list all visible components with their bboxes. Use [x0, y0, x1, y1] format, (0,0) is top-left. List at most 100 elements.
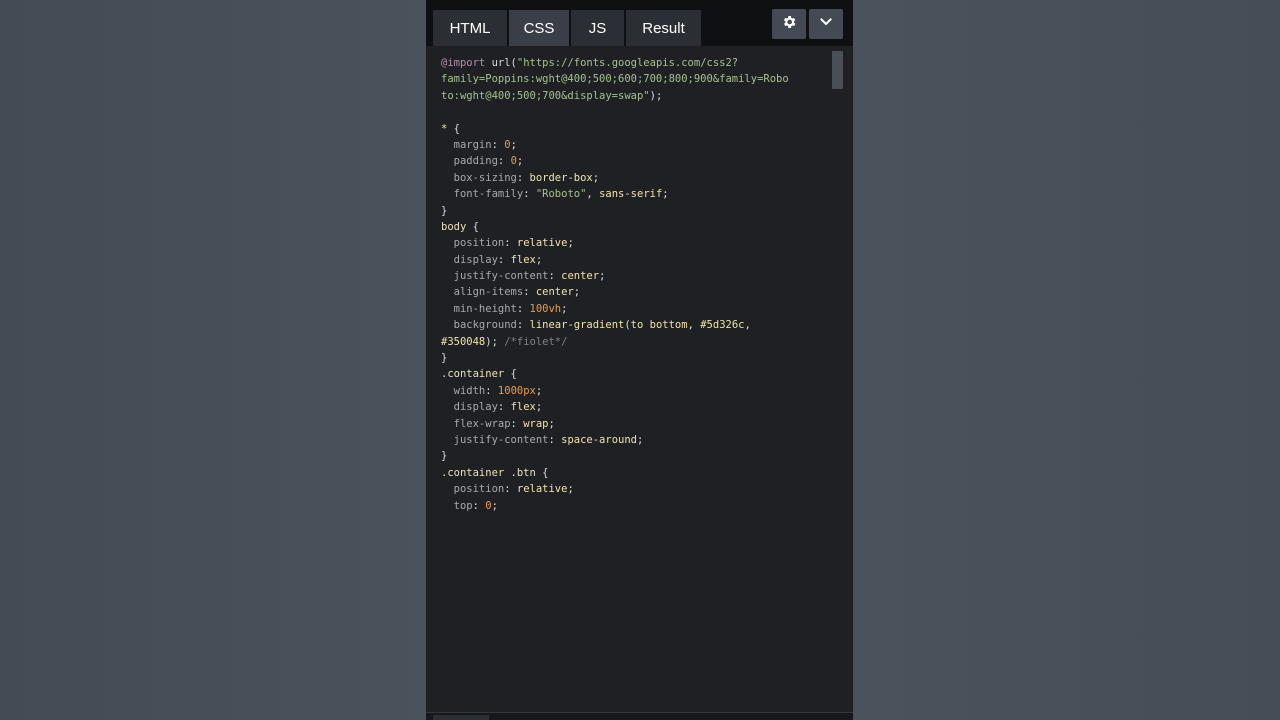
css-code-editor[interactable]: @import url("https://fonts.googleapis.co…	[426, 46, 853, 712]
code-token: min-height	[441, 302, 517, 315]
code-token: :	[504, 237, 517, 250]
code-token: {	[466, 220, 479, 233]
code-token: {	[504, 368, 517, 381]
code-line: min-height: 100vh;	[441, 301, 813, 317]
console-bar	[426, 712, 853, 720]
code-token: flex	[510, 401, 536, 414]
code-token: "Roboto"	[535, 188, 587, 201]
code-token: ;	[636, 433, 644, 446]
code-token: 100vh	[529, 302, 562, 315]
code-token: space-around	[561, 433, 637, 446]
code-token: ,	[744, 319, 751, 332]
code-token: justify-content	[441, 433, 549, 446]
code-token: ,	[586, 188, 600, 201]
code-token: :	[510, 417, 524, 430]
code-token: #5d326c	[700, 319, 745, 332]
code-token: padding	[441, 155, 498, 168]
code-token: :	[497, 253, 511, 266]
code-line: position: relative;	[441, 235, 813, 251]
code-token: ;	[561, 302, 568, 315]
code-token: justify-content	[441, 270, 549, 283]
code-token: flex	[510, 253, 536, 266]
code-line: justify-content: space-around;	[441, 432, 813, 448]
code-token: font-family	[441, 188, 524, 201]
code-line: * {	[441, 121, 813, 137]
code-token: relative	[516, 483, 568, 496]
code-line: justify-content: center;	[441, 268, 813, 284]
code-token: ;	[535, 253, 543, 266]
code-token: }	[441, 204, 448, 217]
collapse-button[interactable]	[809, 9, 843, 39]
code-token: linear-gradient	[529, 319, 625, 332]
code-token: ;	[491, 499, 498, 512]
code-token: ,	[687, 319, 701, 332]
code-token: :	[523, 188, 536, 201]
code-token: );	[485, 335, 505, 348]
code-token: ;	[548, 417, 555, 430]
code-line: box-sizing: border-box;	[441, 170, 813, 186]
code-line: #350048); /*fiolet*/	[441, 334, 813, 350]
code-line: display: flex;	[441, 252, 813, 268]
code-line: .container .btn {	[441, 465, 813, 481]
tab-css[interactable]: CSS	[509, 10, 569, 46]
code-token: center	[535, 286, 574, 299]
code-token: {	[447, 122, 460, 135]
code-line: position: relative;	[441, 481, 813, 497]
code-token: :	[491, 138, 505, 151]
settings-button[interactable]	[772, 9, 806, 39]
code-token: width	[441, 384, 486, 397]
code-token: display	[441, 401, 498, 414]
code-line: top: 0;	[441, 498, 813, 514]
code-token: ;	[662, 188, 669, 201]
code-token: flex-wrap	[441, 417, 511, 430]
code-line: width: 1000px;	[441, 383, 813, 399]
code-token: align-items	[441, 286, 524, 299]
code-line: flex-wrap: wrap;	[441, 416, 813, 432]
code-token: wrap	[523, 417, 549, 430]
editor-scrollbar[interactable]	[832, 51, 843, 89]
gear-icon	[781, 14, 797, 34]
code-token: ;	[592, 171, 600, 184]
code-token: ;	[599, 270, 606, 283]
code-token: url(	[485, 57, 517, 69]
code-token: :	[516, 319, 530, 332]
code-token: @import	[441, 57, 486, 69]
code-token: {	[535, 466, 549, 479]
code-token: background	[441, 319, 517, 332]
code-line: display: flex;	[441, 399, 813, 415]
code-token: :	[485, 384, 498, 397]
tab-result[interactable]: Result	[626, 10, 701, 46]
code-token: :	[497, 401, 511, 414]
code-token: :	[516, 171, 530, 184]
tab-html[interactable]: HTML	[433, 10, 507, 46]
code-token: .container	[441, 368, 505, 381]
code-token: ;	[535, 384, 543, 397]
code-token: position	[441, 483, 505, 496]
code-line: margin: 0;	[441, 137, 813, 153]
code-line: font-family: "Roboto", sans-serif;	[441, 186, 813, 202]
code-token: border-box	[529, 171, 593, 184]
code-token: relative	[516, 237, 568, 250]
code-token: :	[548, 433, 562, 446]
code-token: to bottom	[630, 319, 688, 332]
code-token: to:wght@400;500;700&display=swap"	[441, 89, 650, 102]
code-token: center	[561, 270, 600, 283]
code-line: background: linear-gradient(to bottom, #…	[441, 317, 813, 333]
code-token: ;	[516, 155, 524, 168]
code-token: sans-serif	[599, 188, 663, 201]
code-token: }	[441, 450, 448, 463]
code-token: 1000px	[497, 384, 536, 397]
code-token: "https://fonts.googleapis.com/css2?	[516, 57, 739, 69]
code-token: #350048	[441, 335, 486, 348]
code-line: }	[441, 350, 813, 366]
console-tab[interactable]	[433, 715, 489, 720]
code-token: body	[441, 220, 467, 233]
code-line: }	[441, 448, 813, 464]
code-token: ;	[567, 237, 574, 250]
code-line: to:wght@400;500;700&display=swap");	[441, 88, 813, 104]
code-line: family=Poppins:wght@400;500;600;700;800;…	[441, 71, 813, 87]
code-line: body {	[441, 219, 813, 235]
code-token: :	[497, 155, 511, 168]
tab-js[interactable]: JS	[571, 10, 624, 46]
